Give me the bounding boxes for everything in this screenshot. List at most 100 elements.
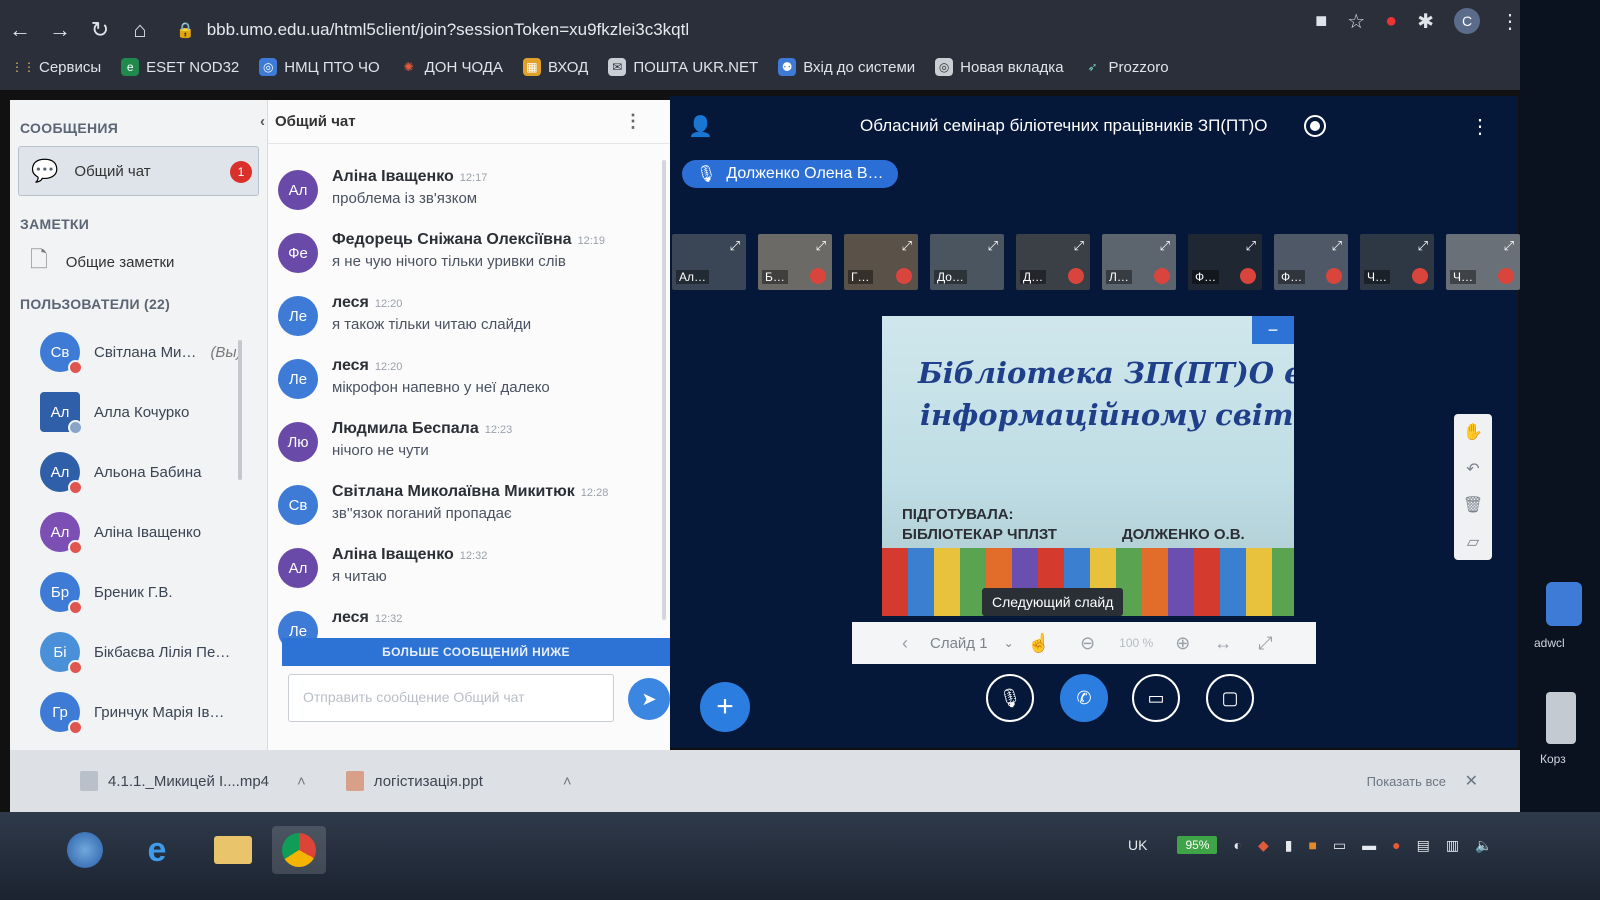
- webcam-thumbnail[interactable]: ⤢ Л…: [1102, 234, 1176, 290]
- tray-icon[interactable]: ◐: [1233, 837, 1241, 853]
- fullscreen-icon[interactable]: ⤢: [1332, 238, 1342, 254]
- tray-icon[interactable]: ▭: [1333, 837, 1346, 854]
- user-item[interactable]: Бр Бреник Г.В.: [10, 562, 267, 622]
- user-item[interactable]: Ал Аліна Іващенко: [10, 502, 267, 562]
- webcam-thumbnail[interactable]: ⤢ Д…: [1016, 234, 1090, 290]
- slide-selector[interactable]: Слайд 1 ⌄: [930, 635, 1014, 652]
- download-item[interactable]: логістизація.ppt ˄: [345, 771, 572, 791]
- fullscreen-icon[interactable]: ⤢: [1258, 633, 1272, 654]
- chat-scrollbar[interactable]: [662, 160, 666, 620]
- taskbar-chrome[interactable]: [272, 826, 326, 874]
- back-icon[interactable]: ←: [0, 17, 40, 43]
- hand-icon[interactable]: ✋: [1463, 422, 1483, 442]
- chevron-up-icon[interactable]: ˄: [297, 773, 306, 790]
- bookmark-login[interactable]: ▦ ВХОД: [522, 58, 588, 76]
- next-slide-icon[interactable]: ☝: [1028, 633, 1050, 654]
- public-chat-item[interactable]: 💬 Общий чат 1: [18, 146, 259, 196]
- users-scrollbar[interactable]: [238, 340, 242, 480]
- mute-button[interactable]: 🎙: [986, 674, 1034, 722]
- minimize-presentation-button[interactable]: −: [1252, 316, 1294, 344]
- webcam-thumbnail[interactable]: ⤢ Ал…: [672, 234, 746, 290]
- bookmark-system[interactable]: ⚉ Вхід до системи: [778, 58, 915, 76]
- volume-icon[interactable]: 🔈: [1475, 837, 1492, 854]
- battery-indicator[interactable]: 95%: [1177, 836, 1218, 854]
- zoom-out-icon[interactable]: ⊖: [1080, 633, 1095, 654]
- options-menu-icon[interactable]: ⋮: [1470, 114, 1490, 139]
- fullscreen-icon[interactable]: ⤢: [1246, 238, 1256, 254]
- reload-icon[interactable]: ↻: [80, 17, 120, 43]
- bookmark-ukrnet[interactable]: ✉ ПОШТА UKR.NET: [608, 58, 758, 76]
- extensions-icon[interactable]: ✱: [1417, 9, 1434, 34]
- fullscreen-icon[interactable]: ⤢: [1418, 238, 1428, 254]
- user-item[interactable]: Гр Гринчук Марія Ів…: [10, 682, 267, 742]
- record-icon[interactable]: [1304, 115, 1326, 137]
- webcam-thumbnail[interactable]: ⤢ Ч…: [1360, 234, 1434, 290]
- address-bar[interactable]: 🔒 bbb.umo.edu.ua/html5client/join?sessio…: [176, 20, 689, 40]
- user-item[interactable]: Ал Альона Бабина: [10, 442, 267, 502]
- fit-width-icon[interactable]: ↔: [1214, 633, 1232, 654]
- home-icon[interactable]: ⌂: [120, 17, 160, 43]
- fullscreen-icon[interactable]: ⤢: [1074, 238, 1084, 254]
- talking-indicator[interactable]: 🎙 Долженко Олена В…: [682, 160, 898, 188]
- webcam-thumbnail[interactable]: ⤢ Г…: [844, 234, 918, 290]
- fullscreen-icon[interactable]: ⤢: [902, 238, 912, 254]
- webcam-thumbnail[interactable]: ⤢ Ф…: [1274, 234, 1348, 290]
- webcam-thumbnail[interactable]: ⤢ Ч…: [1446, 234, 1520, 290]
- user-item[interactable]: Св Світлана Ми… (Вы): [10, 322, 267, 382]
- bookmark-eset[interactable]: e ESET NOD32: [121, 58, 239, 76]
- fullscreen-icon[interactable]: ⤢: [730, 238, 740, 254]
- start-button[interactable]: [58, 826, 112, 874]
- zoom-in-icon[interactable]: ⊕: [1175, 633, 1190, 654]
- tray-icon[interactable]: ●: [1392, 837, 1400, 853]
- star-icon[interactable]: ☆: [1347, 9, 1365, 34]
- desktop-app-icon[interactable]: [1546, 582, 1582, 626]
- share-webcam-button[interactable]: ▭: [1132, 674, 1180, 722]
- tray-icon[interactable]: ■: [1308, 837, 1316, 853]
- leave-audio-button[interactable]: ✆: [1060, 674, 1108, 722]
- tray-icon[interactable]: ▬: [1362, 837, 1376, 853]
- actions-plus-button[interactable]: +: [700, 682, 750, 732]
- webcam-thumbnail[interactable]: ⤢ Б…: [758, 234, 832, 290]
- recycle-bin-icon[interactable]: [1546, 692, 1576, 744]
- tray-icon[interactable]: ▤: [1417, 837, 1430, 854]
- bookmark-don[interactable]: ✺ ДОН ЧОДА: [400, 58, 503, 76]
- bookmark-services[interactable]: ⋮⋮ Сервисы: [11, 58, 101, 76]
- more-messages-button[interactable]: БОЛЬШЕ СООБЩЕНИЙ НИЖЕ: [282, 638, 670, 666]
- undo-icon[interactable]: ↶: [1466, 459, 1479, 479]
- whiteboard-icon[interactable]: ▱: [1467, 532, 1479, 552]
- taskbar-ie[interactable]: e: [130, 826, 184, 874]
- tray-icon[interactable]: ◆: [1258, 837, 1269, 854]
- camera-icon[interactable]: ■: [1315, 10, 1327, 33]
- language-indicator[interactable]: UK: [1128, 837, 1147, 853]
- fullscreen-icon[interactable]: ⤢: [1504, 238, 1514, 254]
- chevron-left-icon[interactable]: ‹: [260, 113, 265, 130]
- tray-icon[interactable]: ▮: [1285, 837, 1293, 854]
- show-all-link[interactable]: Показать все: [1367, 774, 1446, 789]
- shared-notes-item[interactable]: 🗋 Общие заметки: [30, 242, 247, 282]
- webcam-thumbnail[interactable]: ⤢ До…: [930, 234, 1004, 290]
- fullscreen-icon[interactable]: ⤢: [988, 238, 998, 254]
- chat-message-input[interactable]: Отправить сообщение Общий чат: [288, 674, 614, 722]
- user-item[interactable]: Бі Бікбаєва Лілія Пе…: [10, 622, 267, 682]
- fullscreen-icon[interactable]: ⤢: [1160, 238, 1170, 254]
- taskbar-explorer[interactable]: [206, 826, 260, 874]
- profile-avatar[interactable]: C: [1454, 8, 1480, 34]
- user-item[interactable]: Ал Алла Кочурко: [10, 382, 267, 442]
- menu-icon[interactable]: ⋮: [1500, 9, 1520, 34]
- bookmark-nmc[interactable]: ◎ НМЦ ПТО ЧО: [259, 58, 380, 76]
- bookmark-prozzoro[interactable]: ➶ Prozzoro: [1084, 58, 1169, 76]
- share-screen-button[interactable]: ▢: [1206, 674, 1254, 722]
- fullscreen-icon[interactable]: ⤢: [816, 238, 826, 254]
- download-item[interactable]: 4.1.1._Микицей І....mp4 ˄: [80, 771, 306, 791]
- bookmark-newtab[interactable]: ◎ Новая вкладка: [935, 58, 1064, 76]
- network-icon[interactable]: ▥: [1446, 837, 1459, 854]
- previous-slide-icon[interactable]: ‹: [902, 633, 908, 654]
- webcam-thumbnail[interactable]: ⤢ Ф…: [1188, 234, 1262, 290]
- chat-options-icon[interactable]: ⋮: [624, 111, 642, 132]
- opera-icon[interactable]: ●: [1385, 10, 1397, 33]
- send-button[interactable]: ➤: [628, 678, 670, 720]
- chevron-up-icon[interactable]: ˄: [563, 773, 572, 790]
- close-icon[interactable]: ✕: [1465, 771, 1478, 791]
- user-list-toggle-icon[interactable]: 👤: [688, 114, 713, 139]
- forward-icon[interactable]: →: [40, 17, 80, 43]
